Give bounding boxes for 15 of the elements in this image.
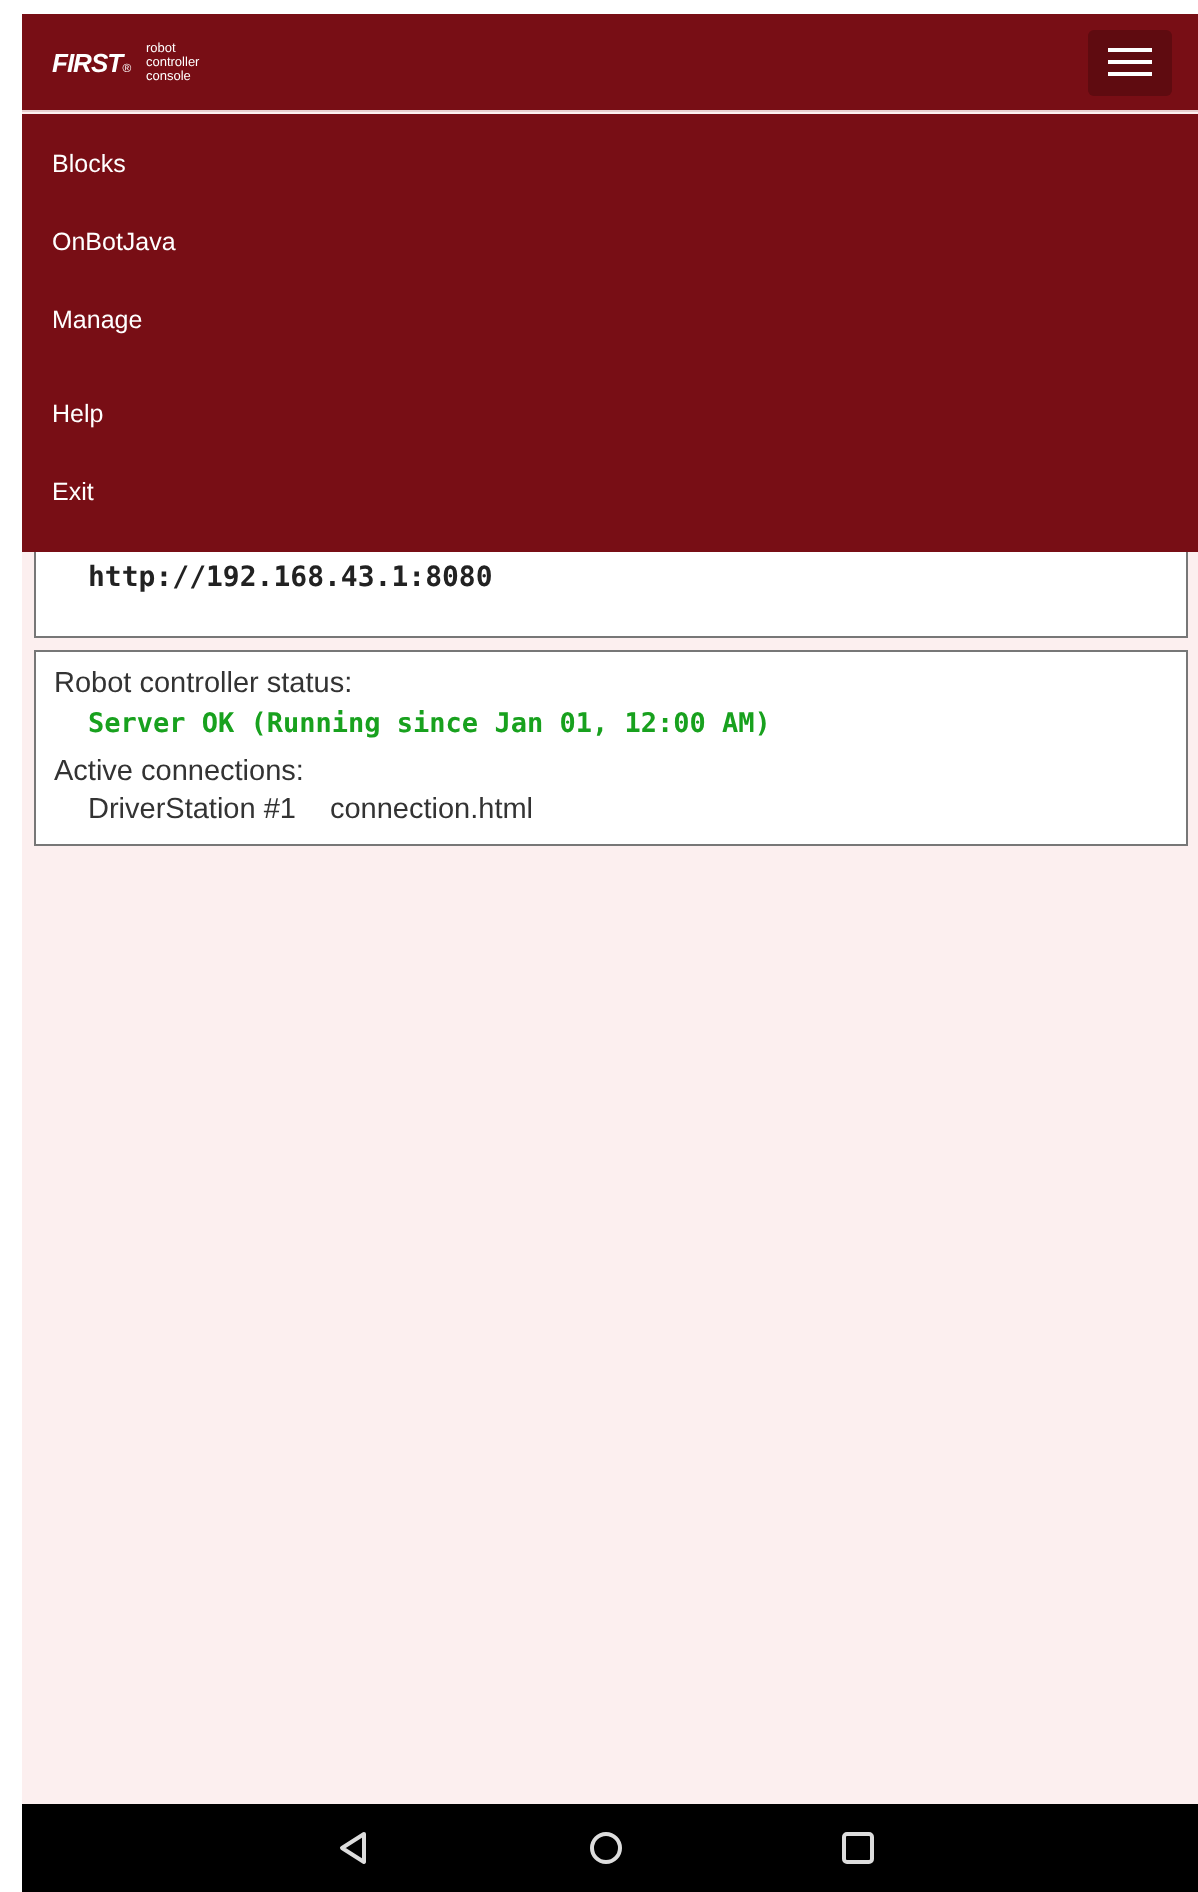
menu-button[interactable] (1088, 29, 1172, 95)
menu-item[interactable]: Blocks (52, 126, 126, 204)
connection-page: connection.html (329, 794, 534, 826)
menu-item[interactable]: Help (52, 376, 104, 454)
menu-item[interactable]: OnBotJava (52, 204, 176, 282)
server-url: http://192.168.43.1:8080 (88, 562, 493, 594)
home-icon[interactable] (585, 1828, 625, 1868)
menu-icon (1108, 48, 1152, 76)
menu-item[interactable]: Manage (52, 282, 143, 360)
recents-icon[interactable] (837, 1828, 877, 1868)
server-status: Server OK (Running since Jan 01, 12:00 AM) (88, 708, 773, 740)
menu-item[interactable]: Exit (52, 454, 94, 532)
connections-label: Active connections: (54, 756, 306, 788)
status-label: Robot controller status: (54, 668, 355, 700)
connection-name: DriverStation #1 (88, 794, 296, 826)
